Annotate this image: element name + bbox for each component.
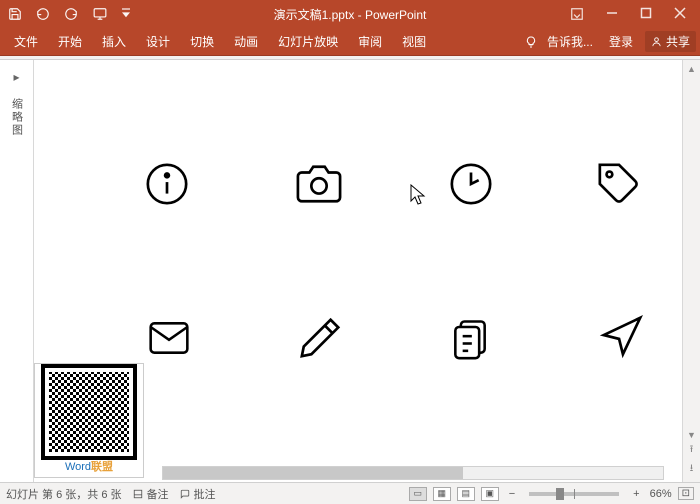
status-bar: 幻灯片 第 6 张，共 6 张 备注 批注 ▭ ▦ ▤ ▣ − + 66% ⊡ xyxy=(0,482,700,504)
maximize-icon[interactable] xyxy=(640,7,652,21)
work-area: ▸ 缩略图 xyxy=(0,60,700,482)
tab-animation[interactable]: 动画 xyxy=(224,28,268,56)
login-button[interactable]: 登录 xyxy=(603,28,639,56)
sorter-view-button[interactable]: ▦ xyxy=(433,487,451,501)
horizontal-scrollbar[interactable] xyxy=(162,466,664,480)
share-button[interactable]: 共享 xyxy=(645,31,696,52)
lightbulb-icon xyxy=(525,36,537,48)
ribbon-tabs: 文件 开始 插入 设计 切换 动画 幻灯片放映 审阅 视图 告诉我... 登录 … xyxy=(0,28,700,56)
normal-view-button[interactable]: ▭ xyxy=(409,487,427,501)
close-icon[interactable] xyxy=(674,7,686,21)
redo-icon[interactable] xyxy=(64,7,78,21)
qr-code-icon xyxy=(45,368,133,456)
clock-icon xyxy=(448,161,494,207)
tag-icon xyxy=(596,161,642,207)
window-title: 演示文稿1.pptx - PowerPoint xyxy=(130,6,570,23)
title-bar: 演示文稿1.pptx - PowerPoint xyxy=(0,0,700,28)
tab-view[interactable]: 视图 xyxy=(392,28,436,56)
notes-button[interactable]: 备注 xyxy=(132,486,169,502)
scroll-up-icon[interactable]: ▲ xyxy=(687,64,696,74)
tab-review[interactable]: 审阅 xyxy=(348,28,392,56)
reading-view-button[interactable]: ▤ xyxy=(457,487,475,501)
tab-home[interactable]: 开始 xyxy=(48,28,92,56)
mail-icon xyxy=(144,316,194,360)
quick-access-toolbar xyxy=(0,7,130,21)
comments-button[interactable]: 批注 xyxy=(179,486,216,502)
zoom-level[interactable]: 66% xyxy=(650,488,672,500)
tab-file[interactable]: 文件 xyxy=(4,28,48,56)
tell-me-button[interactable]: 告诉我... xyxy=(543,28,597,56)
scroll-down-icon[interactable]: ▼ xyxy=(687,430,696,440)
tab-insert[interactable]: 插入 xyxy=(92,28,136,56)
camera-icon xyxy=(294,161,344,207)
undo-icon[interactable] xyxy=(36,7,50,21)
ribbon-options-icon[interactable] xyxy=(570,7,584,21)
qat-customize-icon[interactable] xyxy=(122,7,130,21)
zoom-out-button[interactable]: − xyxy=(505,488,519,500)
expand-thumbnails-icon[interactable]: ▸ xyxy=(13,70,19,84)
clipboard-icon xyxy=(448,314,492,362)
info-icon xyxy=(144,161,190,207)
zoom-slider[interactable] xyxy=(529,492,619,496)
share-label: 共享 xyxy=(666,33,690,50)
navigation-icon xyxy=(598,314,644,360)
zoom-in-button[interactable]: + xyxy=(629,488,643,500)
watermark-brand: Word联盟 xyxy=(65,458,113,474)
window-controls xyxy=(570,7,700,21)
qr-watermark: Word联盟 xyxy=(34,363,144,478)
prev-slide-icon[interactable]: ⭱ xyxy=(690,442,694,459)
start-from-beginning-icon[interactable] xyxy=(92,7,108,21)
slide-counter: 幻灯片 第 6 张，共 6 张 xyxy=(6,486,122,502)
tab-slideshow[interactable]: 幻灯片放映 xyxy=(268,28,348,56)
mouse-cursor xyxy=(410,184,426,206)
fit-to-window-button[interactable]: ⊡ xyxy=(678,487,694,500)
thumbnails-label: 缩略图 xyxy=(9,98,25,137)
pencil-icon xyxy=(298,314,344,360)
minimize-icon[interactable] xyxy=(606,7,618,21)
thumbnail-panel-collapsed: ▸ 缩略图 xyxy=(0,60,34,482)
slideshow-view-button[interactable]: ▣ xyxy=(481,487,499,501)
vertical-scrollbar[interactable]: ▲ ▼ ⭱ ⭳ xyxy=(682,60,700,482)
tab-transition[interactable]: 切换 xyxy=(180,28,224,56)
save-icon[interactable] xyxy=(8,7,22,21)
next-slide-icon[interactable]: ⭳ xyxy=(690,461,694,478)
tab-design[interactable]: 设计 xyxy=(136,28,180,56)
slide-canvas-area: Word联盟 xyxy=(34,60,682,482)
